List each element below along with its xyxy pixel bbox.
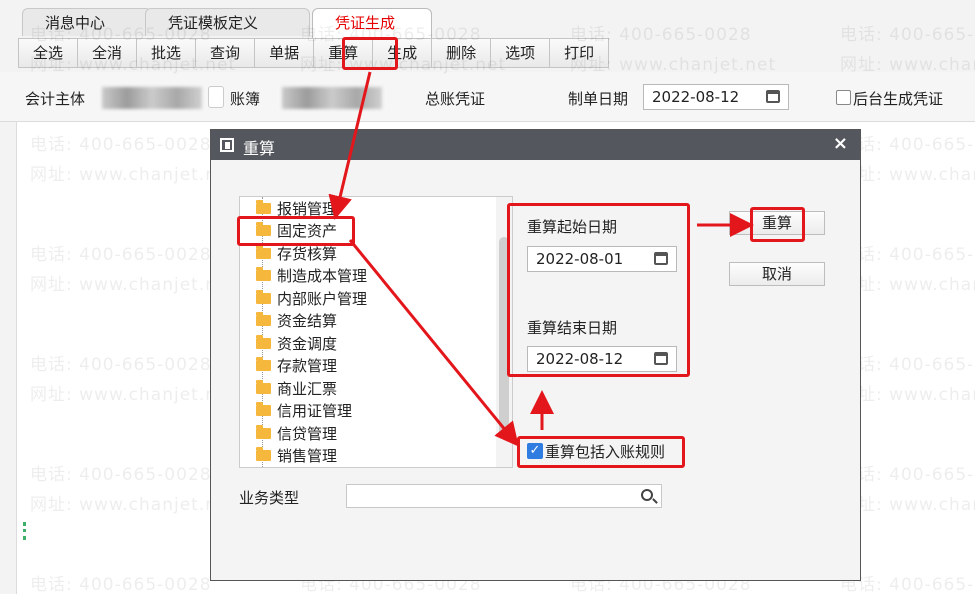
folder-icon xyxy=(256,199,271,214)
select-all-button[interactable]: 全选 xyxy=(18,38,79,68)
delete-button[interactable]: 删除 xyxy=(432,38,492,68)
include-rule-label: 重算包括入账规则 xyxy=(545,443,666,461)
book-select[interactable] xyxy=(282,87,382,109)
tree-item-credit[interactable]: 信贷管理 xyxy=(256,422,337,444)
folder-icon xyxy=(256,356,271,371)
filter-bar: 会计主体 账簿 总账凭证 制单日期 2022-08-12 后台生成凭证 xyxy=(0,72,975,122)
calendar-icon[interactable] xyxy=(654,352,668,365)
query-button[interactable]: 查询 xyxy=(196,38,256,68)
biz-type-search-input[interactable] xyxy=(346,484,662,508)
module-tree: 报销管理 固定资产 存货核算 制造成本管理 内部账户管理 资金结算 资金调度 存… xyxy=(239,196,513,468)
tree-item-fund-dispatch[interactable]: 资金调度 xyxy=(256,332,337,354)
print-button[interactable]: 打印 xyxy=(550,38,610,68)
tree-item-fixed-assets[interactable]: 固定资产 xyxy=(256,219,337,241)
recalculate-confirm-button[interactable]: 重算 xyxy=(729,211,825,235)
start-date-input[interactable]: 2022-08-01 xyxy=(527,246,677,272)
tree-item-fund-settlement[interactable]: 资金结算 xyxy=(256,309,337,331)
calendar-icon[interactable] xyxy=(654,252,668,265)
folder-icon xyxy=(256,266,271,281)
biz-type-label: 业务类型 xyxy=(239,489,300,507)
voucher-date-input[interactable]: 2022-08-12 xyxy=(643,84,789,110)
tree-item-letter-of-credit[interactable]: 信用证管理 xyxy=(256,399,352,421)
entity-label: 会计主体 xyxy=(25,90,86,108)
tree-item-manufacturing-cost[interactable]: 制造成本管理 xyxy=(256,264,367,286)
options-button[interactable]: 选项 xyxy=(491,38,551,68)
end-date-input[interactable]: 2022-08-12 xyxy=(527,346,677,372)
dialog-titlebar[interactable]: 重算 × xyxy=(211,130,860,160)
batch-select-button[interactable]: 批选 xyxy=(137,38,197,68)
entity-dropdown-arrow[interactable] xyxy=(208,86,224,108)
folder-icon xyxy=(256,424,271,439)
dialog-title: 重算 xyxy=(243,139,276,158)
recalculate-button[interactable]: 重算 xyxy=(314,38,374,68)
tree-item-commercial-bill[interactable]: 商业汇票 xyxy=(256,377,337,399)
document-button[interactable]: 单据 xyxy=(255,38,315,68)
tree-item-expense[interactable]: 报销管理 xyxy=(256,197,337,219)
book-label: 账簿 xyxy=(230,90,261,108)
toolbar: 全选 全消 批选 查询 单据 重算 生成 删除 选项 打印 xyxy=(18,38,610,68)
tree-item-deposit[interactable]: 存款管理 xyxy=(256,354,337,376)
tree-item-internal-account[interactable]: 内部账户管理 xyxy=(256,287,367,309)
folder-icon xyxy=(256,401,271,416)
folder-icon xyxy=(256,379,271,394)
tab-message-center[interactable]: 消息中心 xyxy=(22,8,152,36)
tab-bar: 消息中心 凭证模板定义 凭证生成 xyxy=(0,0,975,38)
folder-icon xyxy=(256,334,271,349)
close-icon[interactable]: × xyxy=(833,133,848,154)
entity-select[interactable] xyxy=(102,87,202,109)
end-date-value: 2022-08-12 xyxy=(536,350,624,368)
splitter-grip-icon[interactable] xyxy=(23,522,26,540)
tab-voucher-generate[interactable]: 凭证生成 xyxy=(312,8,432,38)
date-label: 制单日期 xyxy=(568,90,629,108)
tree-scrollbar[interactable] xyxy=(496,197,512,467)
background-generate-label: 后台生成凭证 xyxy=(853,90,944,108)
gl-voucher-label: 总账凭证 xyxy=(425,90,486,108)
deselect-all-button[interactable]: 全消 xyxy=(78,38,138,68)
folder-icon xyxy=(256,244,271,259)
tree-scrollbar-thumb[interactable] xyxy=(499,237,509,437)
tree-item-inventory[interactable]: 存货核算 xyxy=(256,242,337,264)
background-generate-checkbox[interactable] xyxy=(836,90,851,105)
voucher-date-value: 2022-08-12 xyxy=(652,88,740,106)
folder-icon xyxy=(256,289,271,304)
recalculate-dialog: 重算 × 报销管理 固定资产 存货核算 制造成本管理 内部账户管理 资金结算 资… xyxy=(210,129,861,581)
generate-button[interactable]: 生成 xyxy=(373,38,433,68)
start-date-value: 2022-08-01 xyxy=(536,250,624,268)
cancel-button[interactable]: 取消 xyxy=(729,262,825,286)
end-date-label: 重算结束日期 xyxy=(527,319,618,337)
tab-voucher-template[interactable]: 凭证模板定义 xyxy=(145,8,310,36)
tree-item-sales[interactable]: 销售管理 xyxy=(256,444,337,466)
calendar-icon[interactable] xyxy=(766,90,780,103)
folder-icon xyxy=(256,446,271,461)
search-icon[interactable] xyxy=(641,489,653,501)
include-rule-checkbox[interactable]: ✓ xyxy=(527,443,543,459)
start-date-label: 重算起始日期 xyxy=(527,218,618,236)
folder-icon xyxy=(256,221,271,236)
folder-icon xyxy=(256,311,271,326)
window-icon xyxy=(220,138,234,152)
